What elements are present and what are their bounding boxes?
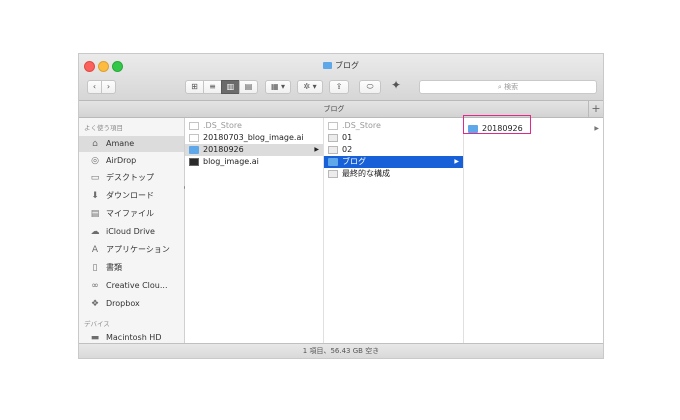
sidebar-item-amane[interactable]: ⌂ Amane xyxy=(79,136,184,152)
list-item[interactable]: 02 xyxy=(324,144,463,156)
folder-icon xyxy=(328,158,338,166)
file-column-3: 20180926 ▶ xyxy=(464,118,603,343)
status-bar: 1 項目、56.43 GB 空き xyxy=(79,343,603,358)
folder-icon xyxy=(323,62,332,69)
document-icon xyxy=(189,134,199,142)
icon-view-button[interactable]: ⊞ xyxy=(185,80,204,94)
sidebar-item-my-files[interactable]: ▤ マイファイル xyxy=(79,206,184,222)
sidebar-item-downloads[interactable]: ⬇ ダウンロード xyxy=(79,188,184,204)
chevron-right-icon: ▶ xyxy=(314,146,319,153)
disk-icon: ▬ xyxy=(90,333,100,343)
dropbox-icon: ❖ xyxy=(90,299,100,309)
gallery-view-button[interactable]: ▤ xyxy=(239,80,258,94)
home-icon: ⌂ xyxy=(92,139,98,149)
title-bar: ブログ ‹ › ⊞ ≡ ▥ ▤ ▦ ▾ ✲ ▾ ⇪ ⬭ ✦ ⌕ 検索 xyxy=(79,54,603,101)
illustrator-file-icon xyxy=(189,158,199,166)
document-icon xyxy=(189,122,199,130)
list-item[interactable]: .DS_Store xyxy=(324,120,463,132)
back-button[interactable]: ‹ xyxy=(87,80,102,94)
list-item[interactable]: 20180926 ▶ xyxy=(185,144,323,156)
list-item[interactable]: .DS_Store xyxy=(185,120,323,132)
download-icon: ⬇ xyxy=(91,191,99,201)
arrange-button[interactable]: ▦ ▾ xyxy=(265,80,291,94)
sidebar-item-creative-cloud[interactable]: ∞ Creative Clou... xyxy=(79,278,184,294)
all-files-icon: ▤ xyxy=(90,209,100,219)
sidebar-item-applications[interactable]: A アプリケーション xyxy=(79,242,184,258)
sidebar: よく使う項目 ⌂ Amane ◎ AirDrop ▭ デスクトップ ⬇ ダウンロード ▤… xyxy=(79,118,185,343)
column-view-button[interactable]: ▥ xyxy=(221,80,240,94)
sidebar-item-icloud[interactable]: ☁ iCloud Drive xyxy=(79,224,184,240)
path-title: ブログ xyxy=(323,105,345,113)
action-button[interactable]: ✲ ▾ xyxy=(297,80,323,94)
list-item[interactable]: 最終的な構成 xyxy=(324,168,463,180)
window-title: ブログ xyxy=(79,60,603,71)
share-button[interactable]: ⇪ xyxy=(329,80,349,94)
sidebar-item-documents[interactable]: ▯ 書類 xyxy=(79,260,184,276)
finder-window: ブログ ‹ › ⊞ ≡ ▥ ▤ ▦ ▾ ✲ ▾ ⇪ ⬭ ✦ ⌕ 検索 ブログ +… xyxy=(79,54,603,358)
applications-icon: A xyxy=(91,245,99,255)
cloud-icon: ☁ xyxy=(90,227,100,237)
add-tab-button[interactable]: + xyxy=(588,101,603,117)
sidebar-item-airdrop[interactable]: ◎ AirDrop xyxy=(79,153,184,169)
list-view-button[interactable]: ≡ xyxy=(203,80,222,94)
list-item[interactable]: ブログ ▶ xyxy=(324,156,463,168)
file-column-2: .DS_Store 01 02 ブログ ▶ 最終的な構成 xyxy=(324,118,464,343)
sidebar-item-dropbox[interactable]: ❖ Dropbox xyxy=(79,296,184,312)
file-icon xyxy=(328,146,338,154)
creative-cloud-icon: ∞ xyxy=(91,281,99,291)
chevron-right-icon: ▶ xyxy=(454,158,459,165)
document-icon xyxy=(328,122,338,130)
devices-header: デバイス xyxy=(84,320,110,328)
annotation-highlight-box xyxy=(463,115,531,134)
list-item[interactable]: 20180703_blog_image.ai xyxy=(185,132,323,144)
forward-button[interactable]: › xyxy=(101,80,116,94)
documents-icon: ▯ xyxy=(92,263,98,273)
list-item[interactable]: blog_image.ai xyxy=(185,156,323,168)
tag-button[interactable]: ⬭ xyxy=(359,80,381,94)
desktop-icon: ▭ xyxy=(90,173,100,183)
file-column-1: .DS_Store 20180703_blog_image.ai 2018092… xyxy=(185,118,324,343)
favorites-header: よく使う項目 xyxy=(84,124,123,132)
chevron-right-icon: ▶ xyxy=(594,125,599,132)
file-icon xyxy=(328,134,338,142)
sidebar-item-desktop[interactable]: ▭ デスクトップ xyxy=(79,170,184,186)
search-field[interactable]: ⌕ 検索 xyxy=(419,80,597,94)
file-icon xyxy=(328,170,338,178)
folder-icon xyxy=(189,146,199,154)
list-item[interactable]: 01 xyxy=(324,132,463,144)
app-shortcut-icon[interactable]: ✦ xyxy=(391,78,401,92)
airdrop-icon: ◎ xyxy=(91,156,99,166)
